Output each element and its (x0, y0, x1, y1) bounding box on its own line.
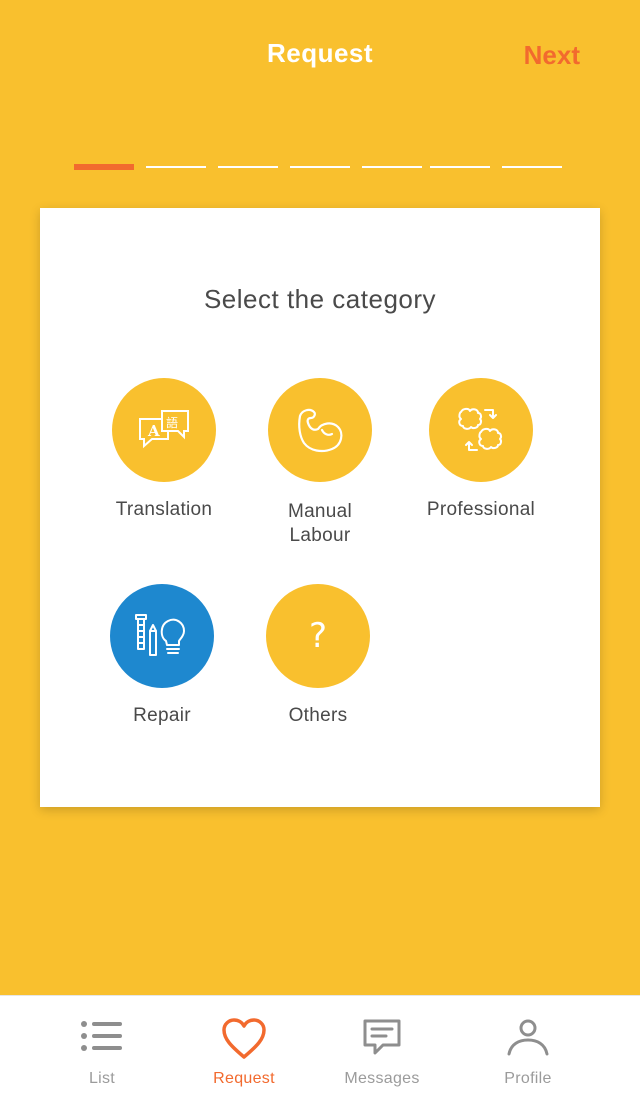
category-card: Select the category A 語 Translation Manu… (40, 208, 600, 807)
progress-step-3 (218, 166, 278, 168)
translation-icon: A 語 (112, 378, 216, 482)
list-icon (32, 1018, 172, 1060)
category-manual-labour[interactable]: Manual Labour (245, 378, 395, 548)
category-repair[interactable]: Repair (87, 584, 237, 728)
tab-label: Profile (504, 1070, 552, 1087)
svg-text:A: A (147, 422, 160, 440)
question-mark-icon: ? (266, 584, 370, 688)
category-others[interactable]: ? Others (243, 584, 393, 728)
category-label: Others (288, 705, 348, 726)
heart-icon (174, 1018, 314, 1060)
progress-step-2 (146, 166, 206, 168)
tools-bulb-icon (110, 584, 214, 688)
next-button[interactable]: Next (524, 40, 580, 71)
bottom-tab-bar: List Request Messages Profile (0, 995, 640, 1096)
tab-label: Request (213, 1070, 275, 1087)
progress-step-5 (362, 166, 422, 168)
tab-list[interactable]: List (32, 996, 172, 1096)
tab-profile[interactable]: Profile (458, 996, 598, 1096)
svg-text:語: 語 (166, 415, 178, 430)
tab-request[interactable]: Request (174, 996, 314, 1096)
category-professional[interactable]: Professional (406, 378, 556, 522)
message-icon (312, 1018, 452, 1060)
brain-exchange-icon (429, 378, 533, 482)
progress-step-7 (502, 166, 562, 168)
flexed-arm-icon (268, 378, 372, 482)
category-label: Professional (426, 499, 536, 520)
progress-step-4 (290, 166, 350, 168)
category-label: Translation (115, 499, 213, 520)
category-translation[interactable]: A 語 Translation (89, 378, 239, 522)
category-label: Manual Labour (287, 501, 353, 546)
card-title: Select the category (203, 284, 437, 314)
category-label: Repair (133, 705, 191, 726)
tab-messages[interactable]: Messages (312, 996, 452, 1096)
tab-label: List (88, 1070, 116, 1087)
progress-step-1 (74, 164, 134, 170)
step-progress (74, 164, 566, 170)
tab-label: Messages (344, 1070, 420, 1087)
progress-step-6 (430, 166, 490, 168)
person-icon (458, 1018, 598, 1060)
